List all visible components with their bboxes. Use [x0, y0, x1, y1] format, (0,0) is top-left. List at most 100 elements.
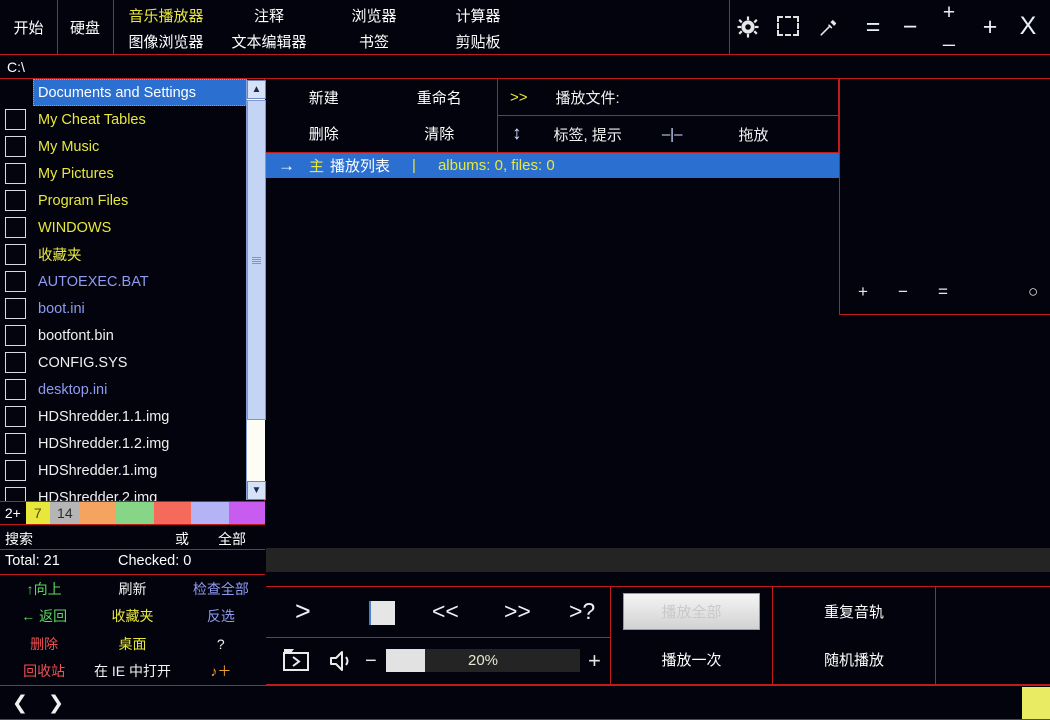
search-row[interactable]: 搜索 或 全部 — [0, 525, 265, 550]
invert-selection-button[interactable]: 反选 — [177, 603, 265, 631]
desktop-button[interactable]: 桌面 — [88, 630, 176, 658]
color-swatch[interactable] — [190, 502, 230, 524]
volume-slider[interactable]: 20% — [386, 649, 580, 672]
expand-chevrons-icon[interactable]: >> — [510, 89, 528, 106]
file-row[interactable]: Documents and Settings — [33, 79, 247, 106]
repeat-track-button[interactable]: 重复音轨 — [773, 587, 935, 636]
up-button[interactable]: ↑向上 — [0, 575, 88, 603]
eyedropper-icon[interactable] — [816, 13, 842, 41]
file-checkbox[interactable] — [5, 163, 26, 184]
window-minimize-button[interactable]: − — [895, 12, 925, 42]
search-input[interactable]: 搜索 — [5, 529, 33, 549]
plus-icon[interactable]: + — [858, 282, 868, 302]
search-all-button[interactable]: 全部 — [218, 529, 246, 549]
file-checkbox[interactable] — [5, 109, 26, 130]
playlist-clear-button[interactable]: 清除 — [382, 116, 498, 153]
file-row[interactable]: My Pictures — [0, 160, 264, 187]
recycle-bin-button[interactable]: 回收站 — [0, 658, 88, 686]
file-row[interactable]: boot.ini — [0, 295, 264, 322]
file-row[interactable]: HDShredder.2.img — [0, 484, 264, 501]
menu-music-player[interactable]: 音乐播放器 — [113, 2, 219, 28]
open-in-ie-button[interactable]: 在 IE 中打开 — [88, 658, 176, 686]
file-list[interactable]: Documents and Settings My Cheat Tables My … — [0, 79, 265, 501]
seek-bar[interactable] — [266, 548, 1050, 572]
add-to-playlist-button[interactable]: ♪＋ — [177, 658, 265, 686]
search-or-button[interactable]: 或 — [175, 529, 189, 549]
stop-button[interactable] — [369, 601, 395, 625]
menu-browser[interactable]: 浏览器 — [324, 2, 424, 28]
file-checkbox[interactable] — [5, 406, 26, 427]
file-row[interactable]: My Music — [0, 133, 264, 160]
menu-start-button[interactable]: 开始 — [0, 0, 57, 54]
file-row[interactable]: desktop.ini — [0, 376, 264, 403]
minus-icon[interactable]: − — [898, 282, 908, 302]
help-button[interactable]: ? — [177, 630, 265, 658]
menu-clipboard[interactable]: 剪贴板 — [428, 28, 528, 54]
sort-updown-icon[interactable]: ↕ — [512, 123, 522, 145]
file-row[interactable]: HDShredder.1.2.img — [0, 430, 264, 457]
menu-text-editor[interactable]: 文本编辑器 — [219, 28, 319, 54]
color-filter-swatches[interactable]: 2+ 7 14 — [0, 501, 266, 525]
split-divider-icon[interactable]: –|– — [662, 126, 683, 143]
volume-down-button[interactable]: − — [365, 650, 377, 673]
right-info-panel[interactable]: + − = ○ — [839, 79, 1050, 315]
window-close-button[interactable]: X — [1013, 11, 1043, 41]
window-plus-small-button[interactable]: + — [935, 1, 963, 24]
file-row[interactable]: WINDOWS — [0, 214, 264, 241]
file-row[interactable]: My Cheat Tables — [0, 106, 264, 133]
drag-drop-button[interactable]: 拖放 — [738, 124, 768, 145]
play-once-button[interactable]: 播放一次 — [611, 635, 773, 684]
window-equals-button[interactable]: = — [855, 12, 891, 42]
circle-icon[interactable]: ○ — [1028, 282, 1038, 302]
open-folder-icon[interactable] — [282, 648, 310, 679]
playlist-body[interactable] — [266, 178, 839, 548]
volume-up-button[interactable]: + — [588, 648, 601, 674]
tags-hints-button[interactable]: 标签, 提示 — [554, 124, 622, 145]
nav-prev-icon[interactable]: ❮ — [12, 692, 28, 715]
window-maximize-button[interactable]: + — [975, 12, 1005, 42]
marquee-select-icon[interactable] — [776, 15, 800, 37]
scrollbar-thumb[interactable] — [247, 100, 266, 420]
file-row[interactable]: 收藏夹 — [0, 241, 264, 268]
file-list-scrollbar[interactable]: ▲ ▼ — [246, 80, 266, 500]
file-checkbox[interactable] — [5, 379, 26, 400]
playlist-delete-button[interactable]: 删除 — [266, 116, 382, 153]
menu-notes[interactable]: 注释 — [219, 2, 319, 28]
color-swatch[interactable]: 14 — [49, 502, 80, 524]
file-row[interactable]: HDShredder.1.1.img — [0, 403, 264, 430]
check-all-button[interactable]: 检查全部 — [177, 575, 265, 603]
nav-next-icon[interactable]: ❯ — [48, 692, 64, 715]
shuffle-button[interactable]: 随机播放 — [773, 636, 935, 685]
play-query-button[interactable]: >? — [569, 598, 595, 625]
file-row[interactable]: bootfont.bin — [0, 322, 264, 349]
file-checkbox[interactable] — [5, 271, 26, 292]
file-checkbox[interactable] — [5, 136, 26, 157]
playlist-new-button[interactable]: 新建 — [266, 79, 382, 116]
player-extra-panel[interactable] — [936, 586, 1050, 685]
equals-icon[interactable]: = — [938, 282, 948, 302]
path-bar[interactable]: C:\ — [0, 55, 1050, 79]
file-checkbox[interactable] — [5, 487, 26, 501]
file-row[interactable]: Program Files — [0, 187, 264, 214]
scroll-up-icon[interactable]: ▲ — [247, 80, 266, 99]
color-swatch[interactable]: 7 — [25, 502, 50, 524]
file-row[interactable]: HDShredder.1.img — [0, 457, 264, 484]
gear-icon[interactable] — [734, 13, 762, 41]
file-row[interactable]: CONFIG.SYS — [0, 349, 264, 376]
playlist-row[interactable]: → 主 播放列表 | albums: 0, files: 0 — [266, 153, 839, 178]
delete-button[interactable]: 删除 — [0, 630, 88, 658]
file-checkbox[interactable] — [5, 298, 26, 319]
color-swatch[interactable] — [115, 502, 154, 524]
window-minus-small-button[interactable]: _ — [935, 24, 963, 48]
color-swatch[interactable] — [153, 502, 191, 524]
file-checkbox[interactable] — [5, 460, 26, 481]
file-checkbox[interactable] — [5, 325, 26, 346]
menu-bookmarks[interactable]: 书签 — [324, 28, 424, 54]
playlist-rename-button[interactable]: 重命名 — [382, 79, 498, 116]
file-row[interactable]: AUTOEXEC.BAT — [0, 268, 264, 295]
file-checkbox[interactable] — [5, 244, 26, 265]
color-swatch[interactable]: 2+ — [0, 502, 26, 524]
play-button[interactable]: > — [295, 596, 311, 627]
menu-calculator[interactable]: 计算器 — [428, 2, 528, 28]
file-checkbox[interactable] — [5, 352, 26, 373]
